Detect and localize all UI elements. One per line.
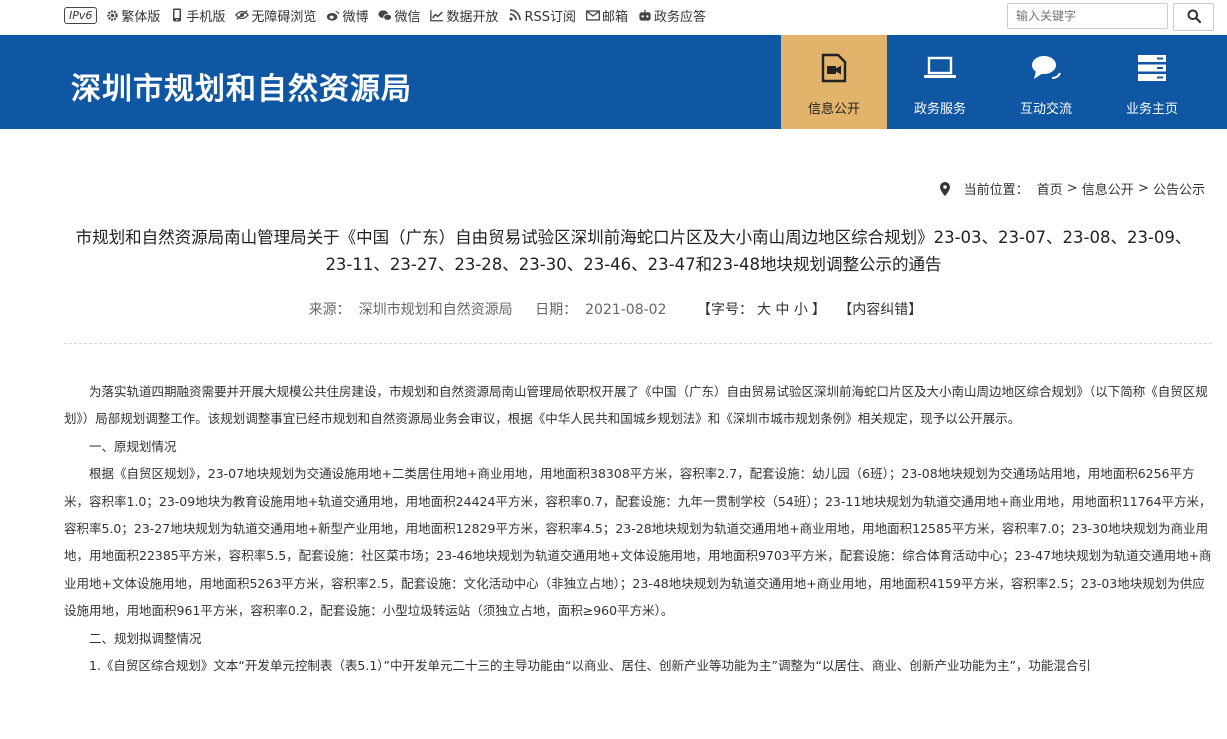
breadcrumb-prefix: 当前位置：	[963, 183, 1029, 198]
breadcrumb-separator: >	[1137, 181, 1149, 196]
article-paragraph: 为落实轨道四期融资需要并开展大规模公共住房建设，市规划和自然资源局南山管理局依职…	[64, 384, 1208, 427]
source-label: 来源：	[308, 302, 351, 318]
nav-government-services[interactable]: 政务服务	[887, 35, 993, 129]
breadcrumb-separator: >	[1066, 181, 1078, 196]
mailbox-link[interactable]: 邮箱	[586, 6, 628, 25]
top-utility-bar: IPv6 繁体版 手机版 无障碍浏览 微博 微信 数据开放 RSS订阅 邮箱 政…	[0, 0, 1227, 35]
site-title[interactable]: 深圳市规划和自然资源局	[71, 64, 412, 108]
accessibility-link[interactable]: 无障碍浏览	[235, 6, 316, 25]
robot-icon	[638, 8, 652, 22]
weibo-link[interactable]: 微博	[326, 6, 368, 25]
nav-info-disclosure[interactable]: 信息公开	[781, 35, 887, 129]
site-header: 深圳市规划和自然资源局 信息公开 政务服务 互动交流 业务主页	[0, 35, 1227, 129]
font-size-control: 【字号：大 中 小】	[696, 302, 826, 318]
article-title: 市规划和自然资源局南山管理局关于《中国（广东）自由贸易试验区深圳前海蛇口片区及大…	[75, 228, 1192, 274]
source-value: 深圳市规划和自然资源局	[358, 302, 513, 318]
breadcrumb-announcements[interactable]: 公告公示	[1153, 179, 1205, 198]
mail-icon	[586, 8, 600, 22]
traditional-chinese-link[interactable]: 繁体版	[105, 6, 160, 25]
mobile-icon	[170, 8, 184, 22]
chat-icon	[1030, 53, 1062, 83]
wechat-icon	[378, 8, 393, 22]
nav-business-home[interactable]: 业务主页	[1099, 35, 1205, 129]
article-meta: 来源： 深圳市规划和自然资源局 日期： 2021-08-02 【字号：大 中 小】 …	[0, 299, 1227, 319]
main-nav: 信息公开 政务服务 互动交流 业务主页	[781, 35, 1205, 129]
location-pin-icon	[939, 181, 950, 196]
open-data-link[interactable]: 数据开放	[430, 6, 498, 25]
breadcrumb: 当前位置： 首页 > 信息公开 > 公告公示	[939, 179, 1205, 198]
date-value: 2021-08-02	[585, 302, 667, 318]
content-correction-link[interactable]: 【内容纠错】	[838, 302, 922, 318]
ipv6-badge: IPv6	[64, 6, 98, 24]
site-search	[1007, 3, 1214, 31]
chart-icon	[430, 8, 444, 22]
font-size-small[interactable]: 小	[794, 302, 808, 318]
search-button[interactable]	[1173, 3, 1214, 31]
mobile-version-link[interactable]: 手机版	[170, 6, 225, 25]
section-heading: 一、原规划情况	[89, 438, 177, 454]
wechat-link[interactable]: 微信	[378, 6, 420, 25]
date-label: 日期：	[535, 302, 578, 318]
weibo-icon	[326, 8, 340, 22]
search-input[interactable]	[1007, 3, 1168, 29]
government-qa-link[interactable]: 政务应答	[638, 6, 706, 25]
rss-link[interactable]: RSS订阅	[508, 6, 576, 25]
video-doc-icon	[821, 53, 847, 83]
eye-icon	[235, 8, 250, 22]
font-size-medium[interactable]: 中	[775, 302, 789, 318]
section-heading: 二、规划拟调整情况	[89, 630, 202, 646]
gear-icon	[105, 8, 119, 22]
article-paragraph: 根据《自贸区规划》，23-07地块规划为交通设施用地+二类居住用地+商业用地，用…	[64, 466, 1212, 619]
rss-icon	[508, 8, 522, 22]
font-size-large[interactable]: 大	[757, 302, 771, 318]
breadcrumb-home[interactable]: 首页	[1037, 179, 1063, 198]
article-paragraph: 1.《自贸区综合规划》文本“开发单元控制表（表5.1）”中开发单元二十三的主导功…	[89, 658, 1091, 674]
server-icon	[1137, 53, 1167, 83]
laptop-icon	[923, 53, 957, 83]
utility-links: IPv6 繁体版 手机版 无障碍浏览 微博 微信 数据开放 RSS订阅 邮箱 政…	[64, 0, 716, 30]
search-icon	[1187, 9, 1201, 26]
nav-interaction[interactable]: 互动交流	[993, 35, 1099, 129]
meta-divider	[64, 343, 1212, 344]
breadcrumb-info-disclosure[interactable]: 信息公开	[1082, 179, 1134, 198]
article-body: 为落实轨道四期融资需要并开展大规模公共住房建设，市规划和自然资源局南山管理局依职…	[64, 378, 1212, 679]
